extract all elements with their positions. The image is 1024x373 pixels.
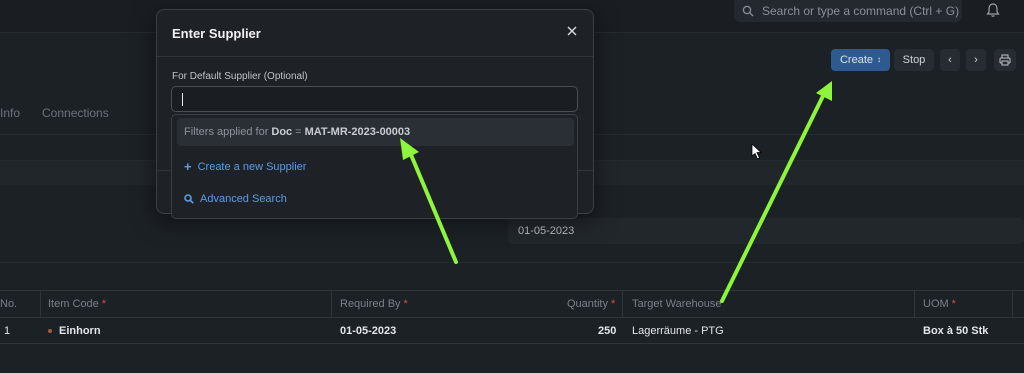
- status-dot-icon: [48, 329, 52, 333]
- column-separator: [914, 291, 915, 317]
- text-caret: [182, 93, 183, 106]
- search-placeholder: Search or type a command (Ctrl + G): [762, 4, 960, 18]
- warehouse-cell[interactable]: Lagerräume - PTG: [632, 318, 724, 344]
- advanced-search-label: Advanced Search: [200, 193, 287, 205]
- notification-bell-icon[interactable]: [986, 2, 1000, 18]
- column-separator: [40, 291, 41, 317]
- supplier-input[interactable]: [171, 86, 578, 112]
- plus-icon: +: [184, 159, 192, 174]
- date-field[interactable]: 01-05-2023: [508, 218, 1024, 244]
- filter-field: Doc: [271, 126, 293, 138]
- column-header-required-by: Required By *: [340, 298, 408, 310]
- column-header-uom: UOM *: [923, 298, 956, 310]
- uom-cell[interactable]: Box à 50 Stk: [923, 318, 988, 344]
- close-icon[interactable]: [565, 24, 579, 38]
- previous-doc-button[interactable]: ‹: [940, 49, 960, 71]
- header-divider: [0, 317, 1024, 318]
- print-button[interactable]: [994, 49, 1016, 71]
- mouse-cursor-icon: [751, 143, 763, 160]
- column-separator: [1012, 291, 1013, 317]
- filter-value: MAT-MR-2023-00003: [304, 126, 411, 138]
- filter-prefix: Filters applied for: [184, 126, 269, 138]
- section-divider: [0, 262, 1024, 263]
- column-header-quantity: Quantity *: [567, 298, 616, 310]
- items-table: No. Item Code * Required By * Quantity * Ta…: [0, 290, 1024, 344]
- supplier-field-label: For Default Supplier (Optional): [172, 71, 308, 82]
- search-icon: [184, 194, 194, 204]
- create-button-label: Create: [839, 54, 874, 66]
- quantity-cell[interactable]: 250: [598, 318, 616, 344]
- chevron-right-icon: ›: [974, 54, 978, 66]
- date-value: 01-05-2023: [518, 225, 575, 237]
- column-header-item-code: Item Code *: [48, 298, 107, 310]
- column-header-no: No.: [0, 298, 18, 310]
- printer-icon: [999, 54, 1011, 66]
- column-separator: [331, 291, 332, 317]
- dialog-title: Enter Supplier: [172, 26, 261, 41]
- next-doc-button[interactable]: ›: [966, 49, 986, 71]
- item-code-cell[interactable]: Einhorn: [48, 318, 101, 344]
- chevron-left-icon: ‹: [948, 54, 952, 66]
- column-separator: [622, 291, 623, 317]
- filter-operator: =: [295, 126, 302, 138]
- required-by-cell[interactable]: 01-05-2023: [340, 318, 396, 344]
- dialog-header-divider: [157, 56, 593, 57]
- stop-button[interactable]: Stop: [894, 49, 934, 71]
- stop-button-label: Stop: [902, 54, 926, 66]
- search-icon: [742, 5, 754, 17]
- chevron-updown-icon: ↕: [877, 55, 882, 64]
- row-number: 1: [4, 325, 11, 337]
- supplier-autocomplete-dropdown: Filters applied for Doc = MAT-MR-2023-00…: [171, 114, 578, 219]
- create-new-supplier-label: Create a new Supplier: [197, 160, 307, 173]
- column-header-target-warehouse: Target Warehouse: [632, 298, 722, 310]
- tab-connections[interactable]: Connections: [42, 106, 109, 120]
- create-button[interactable]: Create ↕: [831, 49, 890, 71]
- tab-info[interactable]: Info: [0, 106, 20, 120]
- advanced-search-option[interactable]: Advanced Search: [184, 193, 287, 205]
- item-code-value: Einhorn: [59, 325, 101, 337]
- filter-info-row: Filters applied for Doc = MAT-MR-2023-00…: [177, 118, 574, 146]
- create-new-supplier-option[interactable]: + Create a new Supplier: [184, 159, 306, 174]
- command-search-input[interactable]: Search or type a command (Ctrl + G): [734, 0, 962, 22]
